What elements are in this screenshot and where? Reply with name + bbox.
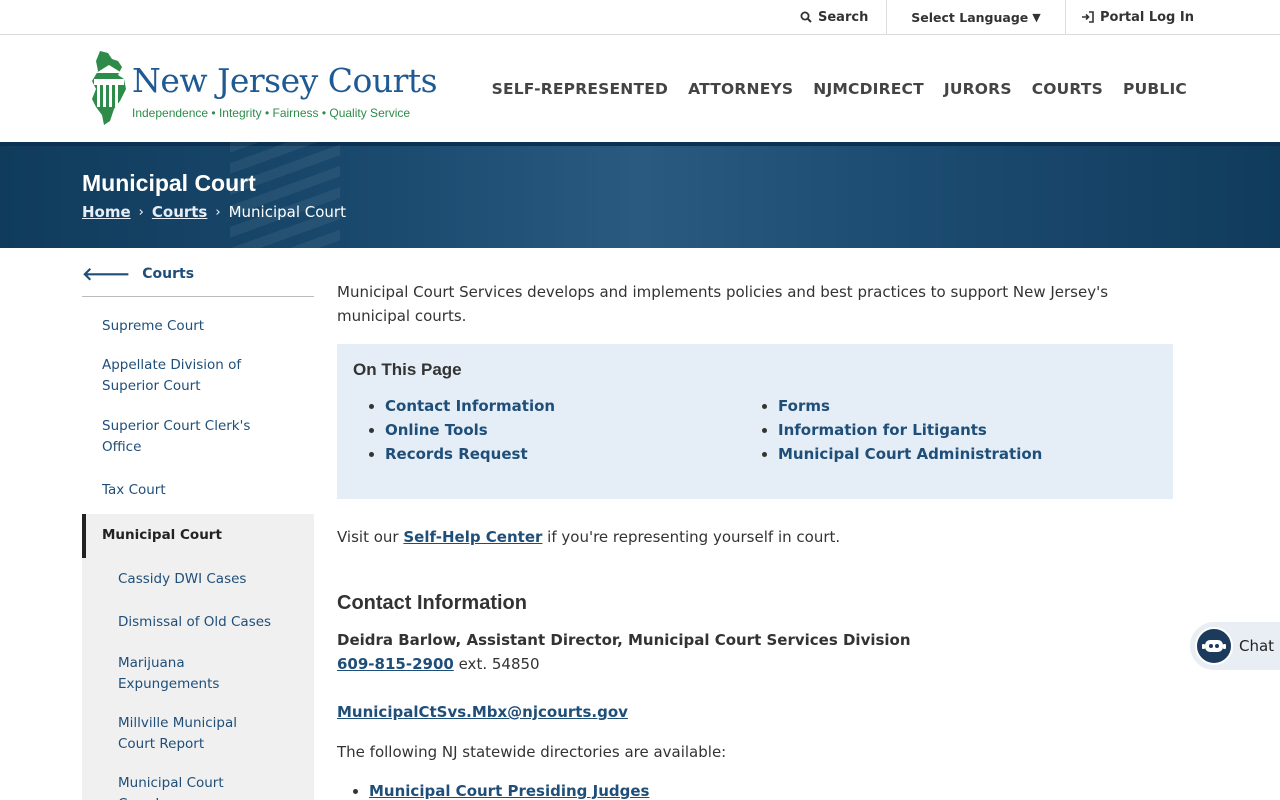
search-button[interactable]: Search (800, 0, 868, 34)
site-logo[interactable]: New Jersey Courts Independence • Integri… (88, 49, 438, 129)
directories-list: Municipal Court Presiding Judges (369, 782, 649, 800)
breadcrumb-courts[interactable]: Courts (152, 203, 208, 221)
language-label: Select Language (911, 9, 1029, 25)
nav-njmcdirect[interactable]: NJMCDIRECT (813, 80, 924, 98)
anchor-link-forms[interactable]: Forms (778, 394, 1042, 418)
nj-state-icon (92, 51, 126, 125)
anchor-link-records[interactable]: Records Request (385, 442, 555, 466)
sidebar-back-label: Courts (142, 266, 195, 282)
breadcrumb-current: Municipal Court (228, 203, 346, 221)
contact-email-line: MunicipalCtSvs.Mbx@njcourts.gov (337, 703, 628, 721)
breadcrumb-home[interactable]: Home (82, 203, 131, 221)
sidebar-nav: 🡐 Courts Supreme Court Appellate Divisio… (82, 262, 314, 800)
on-this-page-heading: On This Page (353, 360, 462, 379)
on-this-page-col2: Forms Information for Litigants Municipa… (778, 394, 1042, 466)
portal-login-button[interactable]: Portal Log In (1081, 0, 1194, 34)
breadcrumb: Home › Courts › Municipal Court (82, 203, 346, 221)
anchor-link-online-tools[interactable]: Online Tools (385, 418, 555, 442)
nav-self-represented[interactable]: SELF-REPRESENTED (492, 80, 669, 98)
chat-label: Chat (1239, 637, 1275, 655)
on-this-page-panel: On This Page Contact Information Online … (337, 344, 1173, 499)
main-nav: SELF-REPRESENTED ATTORNEYS NJMCDIRECT JU… (492, 80, 1187, 98)
contact-heading: Contact Information (337, 592, 527, 614)
arrow-left-icon: 🡐 (82, 263, 131, 285)
self-help-prefix: Visit our (337, 528, 404, 546)
directories-text: The following NJ statewide directories a… (337, 743, 727, 761)
sidebar-item-appellate-division[interactable]: Appellate Division of Superior Court (82, 355, 314, 397)
search-label: Search (818, 9, 869, 25)
on-this-page-col1: Contact Information Online Tools Records… (385, 394, 555, 466)
self-help-suffix: if you're representing yourself in court… (542, 528, 841, 546)
sidebar-list: Supreme Court Appellate Division of Supe… (82, 297, 314, 800)
utility-bar: Search Select Language ▼ Portal Log In (0, 0, 1280, 35)
intro-text: Municipal Court Services develops and im… (337, 283, 1109, 325)
sidebar-subitem-marijuana[interactable]: Marijuana Expungements (82, 653, 314, 695)
nav-courts[interactable]: COURTS (1032, 80, 1103, 98)
nav-attorneys[interactable]: ATTORNEYS (688, 80, 793, 98)
sidebar-subitem-millville[interactable]: Millville Municipal Court Report (82, 713, 314, 755)
phone-link[interactable]: 609-815-2900 (337, 655, 454, 673)
chatbot-icon (1195, 627, 1233, 665)
logo-tagline: Independence • Integrity • Fairness • Qu… (132, 106, 411, 120)
anchor-link-contact[interactable]: Contact Information (385, 394, 555, 418)
chevron-right-icon: › (215, 204, 221, 220)
sidebar-subitem-cassidy[interactable]: Cassidy DWI Cases (82, 569, 314, 590)
chevron-right-icon: › (138, 204, 144, 220)
directory-link-presiding-judges[interactable]: Municipal Court Presiding Judges (369, 782, 649, 800)
self-help-link[interactable]: Self-Help Center (403, 528, 542, 546)
sidebar-item-municipal-court[interactable]: Municipal Court (82, 514, 314, 558)
sidebar-item-tax-court[interactable]: Tax Court (82, 480, 314, 501)
portal-label: Portal Log In (1100, 9, 1194, 25)
email-link[interactable]: MunicipalCtSvs.Mbx@njcourts.gov (337, 703, 628, 721)
page-banner: Municipal Court Home › Courts › Municipa… (0, 142, 1280, 248)
page-title: Municipal Court (82, 170, 256, 196)
sign-in-icon (1082, 11, 1094, 23)
sidebar-back-courts[interactable]: 🡐 Courts (82, 262, 314, 297)
language-select[interactable]: Select Language ▼ (886, 0, 1066, 34)
logo-title: New Jersey Courts (132, 61, 438, 100)
caret-down-icon: ▼ (1032, 10, 1041, 24)
nav-public[interactable]: PUBLIC (1123, 80, 1187, 98)
contact-phone-line: 609-815-2900 ext. 54850 (337, 655, 540, 673)
phone-extension: ext. 54850 (453, 655, 540, 673)
sidebar-item-supreme-court[interactable]: Supreme Court (82, 316, 314, 337)
main-content: Municipal Court Services develops and im… (337, 280, 1173, 800)
sidebar-subitem-case-law[interactable]: Municipal Court Case Law (82, 773, 314, 800)
search-icon (800, 11, 812, 23)
self-help-text: Visit our Self-Help Center if you're rep… (337, 528, 840, 546)
chat-widget[interactable]: Chat (1190, 622, 1280, 670)
anchor-link-administration[interactable]: Municipal Court Administration (778, 442, 1042, 466)
anchor-link-litigants[interactable]: Information for Litigants (778, 418, 1042, 442)
nav-jurors[interactable]: JURORS (944, 80, 1012, 98)
sidebar-item-clerks-office[interactable]: Superior Court Clerk's Office (82, 416, 314, 458)
site-header: New Jersey Courts Independence • Integri… (0, 35, 1280, 142)
sidebar-subitem-dismissal[interactable]: Dismissal of Old Cases (82, 612, 314, 633)
contact-name: Deidra Barlow, Assistant Director, Munic… (337, 631, 911, 649)
